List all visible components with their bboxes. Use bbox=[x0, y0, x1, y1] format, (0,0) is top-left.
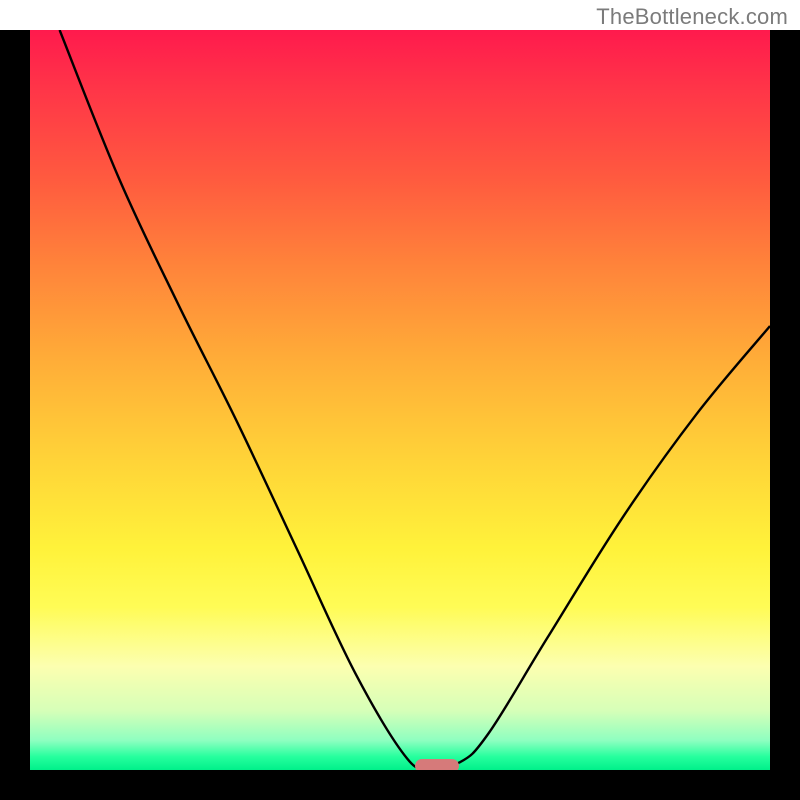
optimal-marker bbox=[415, 759, 459, 770]
curve-path bbox=[60, 30, 770, 768]
chart-frame bbox=[0, 30, 800, 800]
plot-area bbox=[30, 30, 770, 770]
bottleneck-curve bbox=[30, 30, 770, 770]
watermark-text: TheBottleneck.com bbox=[596, 4, 788, 30]
